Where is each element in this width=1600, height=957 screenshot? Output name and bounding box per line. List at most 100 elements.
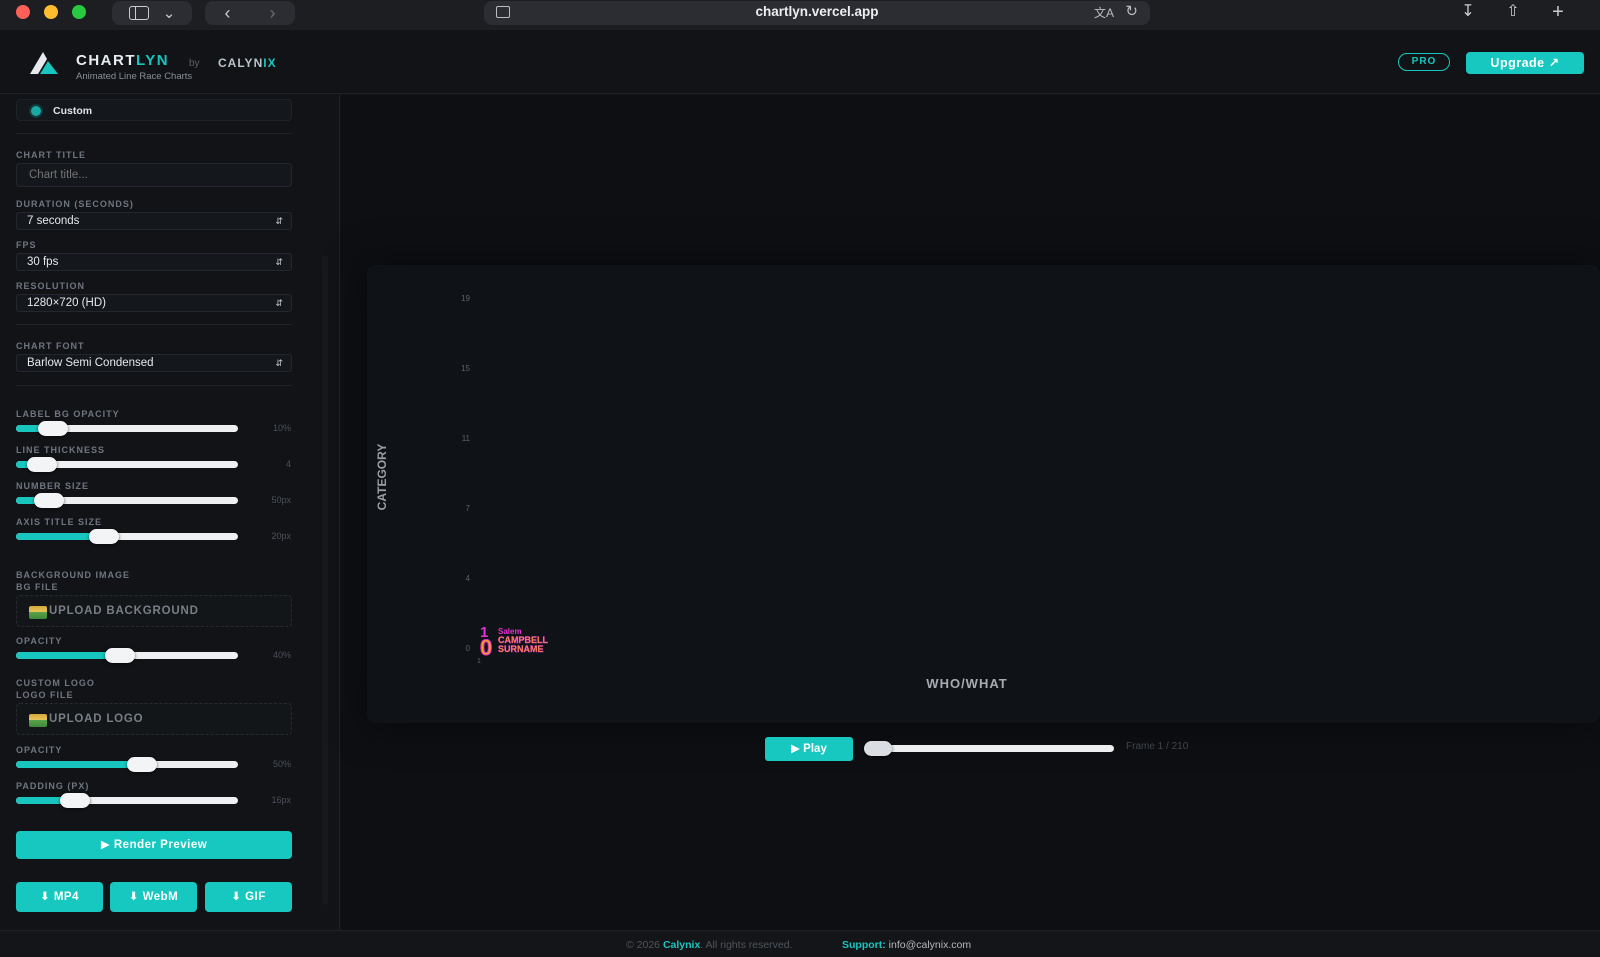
padding-label: PADDING (PX) [16,781,90,791]
divider [16,385,292,386]
number-size-slider[interactable] [16,493,238,508]
frame-counter: Frame 1 / 210 [1126,741,1189,752]
support-key: Support: [842,939,886,951]
image-icon [29,714,47,727]
line-thickness-slider[interactable] [16,457,238,472]
y-tick-label: 19 [461,294,470,303]
footer: © 2026 Calynix. All rights reserved. Sup… [0,930,1600,957]
play-button[interactable]: ▶ Play [765,737,853,761]
chart-font-select[interactable]: Barlow Semi Condensed ⇵ [16,354,292,372]
slider-value: 10% [272,423,291,433]
custom-logo-label: CUSTOM LOGO [16,678,95,688]
slider-thumb[interactable] [27,457,58,472]
duration-value: 7 seconds [27,215,80,227]
forward-icon[interactable]: › [270,3,276,24]
url-text: chartlyn.vercel.app [755,4,879,19]
slider-value: 40% [272,650,291,660]
minimize-window-button[interactable] [44,5,58,19]
chart-canvas: 0471115191CATEGORYWHO/WHAT10SalemCAMPBEL… [375,294,1007,691]
chart-title-input[interactable] [16,163,292,187]
nav-buttons: ‹ › [205,1,295,25]
download-mp4-button[interactable]: ⬇ MP4 [16,882,103,912]
tagline: Animated Line Race Charts [76,71,193,82]
resolution-label: RESOLUTION [16,281,86,291]
upload-background-button[interactable]: UPLOAD BACKGROUND [16,595,292,627]
theme-custom-option[interactable]: Custom [16,99,292,121]
slider-thumb[interactable] [89,529,120,544]
sidebar-scrollbar[interactable] [322,255,328,905]
y-tick-label: 15 [461,364,470,373]
slider-value: 16px [271,795,291,805]
select-caret-icon: ⇵ [275,257,283,267]
logo-opacity-label: OPACITY [16,745,63,755]
logo-opacity-slider[interactable] [16,757,238,772]
new-tab-icon[interactable]: + [1545,1,1571,25]
brand-part-1: CHART [76,52,136,69]
select-caret-icon: ⇵ [275,216,283,226]
slider-value: 50% [272,759,291,769]
duration-select[interactable]: 7 seconds ⇵ [16,212,292,230]
axis-title-size-slider[interactable] [16,529,238,544]
slider-thumb[interactable] [33,493,64,508]
download-gif-button[interactable]: ⬇ GIF [205,882,292,912]
brand-part-2: LYN [136,52,170,69]
slider-thumb[interactable] [104,648,135,663]
y-tick-label: 4 [466,574,471,583]
copyright: © 2026 Calynix. All rights reserved. [626,939,793,951]
chevron-down-icon: ⌄ [162,5,176,22]
bg-image-label: BACKGROUND IMAGE [16,570,130,580]
bg-opacity-slider[interactable] [16,648,238,663]
brand-by: by [189,58,200,69]
calynix-part-1: CALYN [218,56,264,70]
chart-font-value: Barlow Semi Condensed [27,357,154,369]
calynix-link[interactable]: Calynix [663,939,700,951]
upload-logo-button[interactable]: UPLOAD LOGO [16,703,292,735]
y-tick-label: 0 [466,644,471,653]
upload-logo-label: UPLOAD LOGO [49,713,144,725]
slider-label: AXIS TITLE SIZE [16,517,103,527]
fps-select[interactable]: 30 fps ⇵ [16,253,292,271]
scrubber-thumb[interactable] [864,741,892,756]
slider-thumb[interactable] [38,421,69,436]
chart-title-label: CHART TITLE [16,150,86,160]
slider-thumb[interactable] [127,757,157,772]
divider [16,133,292,134]
select-caret-icon: ⇵ [275,298,283,308]
slider-value: 4 [285,459,291,469]
frame-scrubber[interactable] [864,741,1114,756]
chart-font-label: CHART FONT [16,341,85,351]
upload-background-label: UPLOAD BACKGROUND [49,605,199,617]
support-contact: Support: info@calynix.com [842,939,971,951]
duration-label: DURATION (SECONDS) [16,199,134,209]
fps-value: 30 fps [27,256,59,268]
resolution-select[interactable]: 1280×720 (HD) ⇵ [16,294,292,312]
preview-area: 0 4 7 11 15 19 1 CATEGORY WHO/WHAT 1 0 Salem CAMPBEL… [341,95,1600,930]
address-bar[interactable]: chartlyn.vercel.app 文A ↻ [484,1,1150,25]
share-icon[interactable]: ⇧ [1500,1,1526,25]
translate-icon[interactable]: 文A [1094,4,1114,21]
zoom-window-button[interactable] [72,5,86,19]
calynix-brand: CALYNIX [218,56,277,70]
select-caret-icon: ⇵ [275,358,283,368]
support-email[interactable]: info@calynix.com [886,939,971,951]
divider [16,324,292,325]
slider-label: LABEL BG OPACITY [16,409,120,419]
browser-chrome: ⌄ ‹ › chartlyn.vercel.app 文A ↻ ↧ ⇧ + [0,0,1600,30]
back-icon[interactable]: ‹ [225,3,231,24]
slider-thumb[interactable] [60,793,91,808]
close-window-button[interactable] [16,5,30,19]
resolution-value: 1280×720 (HD) [27,297,106,309]
pro-badge: PRO [1398,53,1450,71]
y-tick-label: 7 [466,504,471,513]
downloads-icon[interactable]: ↧ [1455,1,1481,25]
label-bg-opacity-slider[interactable] [16,421,238,436]
sidebar-toggle-button[interactable]: ⌄ [112,1,192,25]
slider-value: 20px [271,531,291,541]
upgrade-button[interactable]: Upgrade ↗ [1466,52,1584,74]
reload-icon[interactable]: ↻ [1125,2,1138,20]
padding-slider[interactable] [16,793,238,808]
download-webm-button[interactable]: ⬇ WebM [110,882,197,912]
logo-file-label: LOGO FILE [16,690,74,700]
render-preview-button[interactable]: ▶ Render Preview [16,831,292,859]
chartlyn-logo-icon [30,52,58,74]
